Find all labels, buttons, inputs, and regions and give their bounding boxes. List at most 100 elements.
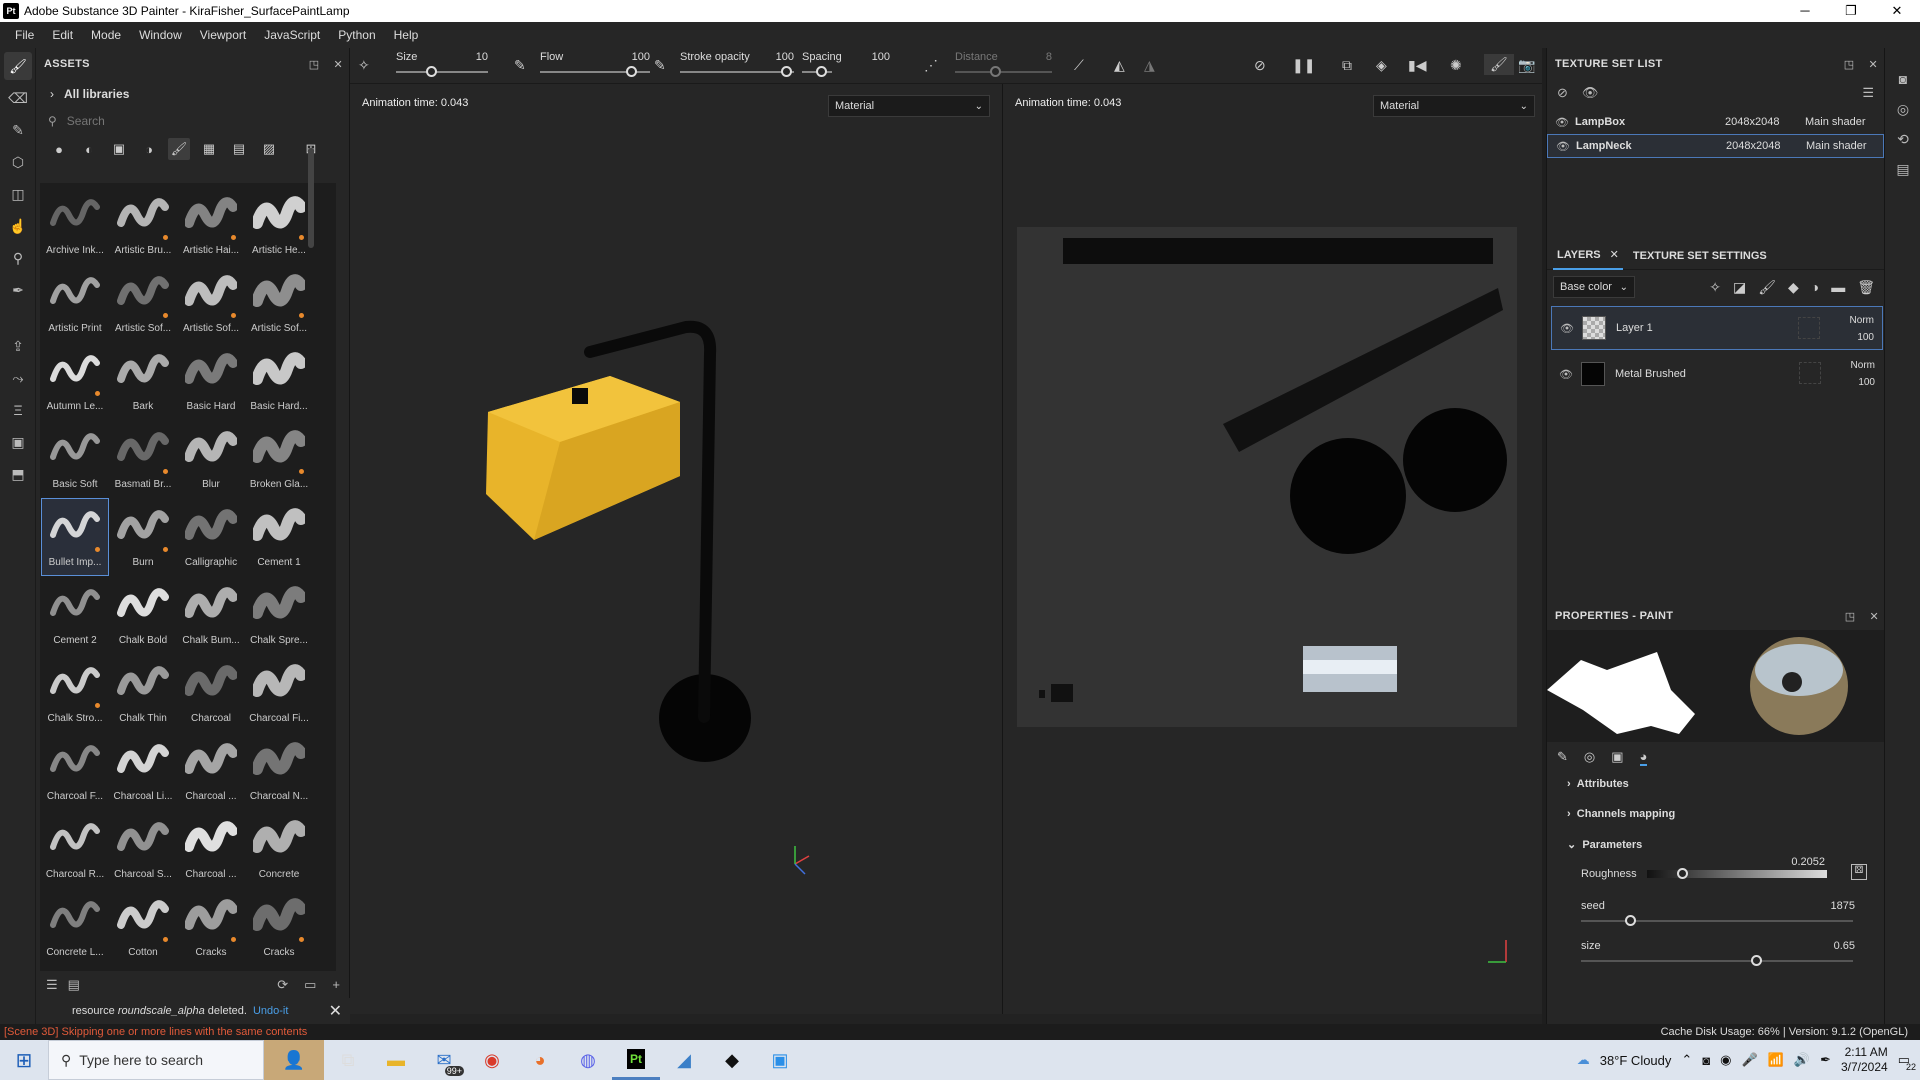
asset-tile[interactable]: Autumn Le...	[42, 343, 108, 419]
photos-icon[interactable]: ▣	[756, 1040, 804, 1080]
weather-text[interactable]: 38°F Cloudy	[1600, 1053, 1672, 1068]
tray-app-icon[interactable]: ◙	[1702, 1053, 1710, 1068]
mail-icon[interactable]: ✉ 99+	[420, 1040, 468, 1080]
asset-tile[interactable]: Cotton	[110, 889, 176, 965]
distance-value[interactable]: 8	[1030, 51, 1052, 63]
wifi-icon[interactable]: 📶	[1768, 1052, 1784, 1068]
stroke-opacity-knob[interactable]	[781, 66, 792, 77]
refresh-icon[interactable]: ⟳	[277, 977, 288, 993]
assets-scrollbar[interactable]	[308, 148, 314, 248]
stroke-opacity-slider[interactable]	[680, 71, 794, 73]
tab-layers[interactable]: LAYERS ✕	[1553, 241, 1623, 270]
flow-slider-knob[interactable]	[626, 66, 637, 77]
layer-row[interactable]: 👁 Layer 1 Norm 100	[1551, 306, 1883, 350]
stroke-opacity-pen-icon[interactable]: ✎	[654, 57, 666, 74]
alpha-tab-icon[interactable]: ◕	[1639, 749, 1648, 766]
filter-textures-icon[interactable]: ▦	[198, 138, 220, 160]
size-value[interactable]: 10	[450, 51, 488, 63]
float-panel-icon[interactable]: ◳	[309, 58, 320, 71]
maximize-button[interactable]: ❐	[1828, 0, 1874, 22]
roughness-knob[interactable]	[1677, 868, 1688, 879]
add-mask-icon[interactable]: ◪	[1733, 279, 1746, 296]
roughness-value[interactable]: 0.2052	[1791, 856, 1825, 868]
size-slider-knob[interactable]	[426, 66, 437, 77]
viewport-2d[interactable]: Animation time: 0.043 Material ⌄	[1003, 84, 1542, 1014]
distance-slider[interactable]	[955, 71, 1052, 73]
asset-tile[interactable]: Burn	[110, 499, 176, 575]
visibility-eye-icon[interactable]: 👁	[1556, 140, 1576, 153]
blend-mode[interactable]: Norm	[1851, 357, 1875, 374]
asset-tile[interactable]: Bark	[110, 343, 176, 419]
smudge-tool-icon[interactable]: ☝	[4, 212, 32, 240]
taskbar-search[interactable]: ⚲ Type here to search	[48, 1040, 264, 1080]
paint-brush-tool-icon[interactable]: 🖌	[4, 52, 32, 80]
close-panel-icon[interactable]: ✕	[1869, 610, 1879, 623]
section-attributes[interactable]: › Attributes	[1567, 778, 1629, 790]
asset-tile[interactable]: Concrete	[246, 811, 312, 887]
asset-tile[interactable]: Artistic Sof...	[178, 265, 244, 341]
view-mode-icon[interactable]: ⧉	[1342, 57, 1352, 74]
texture-set-row[interactable]: 👁 LampBox 2048x2048 Main shader	[1547, 110, 1884, 134]
texture-set-shader[interactable]: Main shader	[1805, 116, 1866, 128]
firefox-icon[interactable]: ◕	[516, 1040, 564, 1080]
volume-icon[interactable]: 🔊	[1794, 1052, 1810, 1068]
filter-alphas-icon[interactable]: ▤	[228, 138, 250, 160]
hide-ui-icon[interactable]: ⊘	[1254, 57, 1266, 74]
bake-tool-icon[interactable]: ⇪	[4, 332, 32, 360]
random-seed-icon[interactable]: ⚄	[1851, 864, 1867, 880]
folder-icon[interactable]: ▭	[304, 977, 316, 993]
size-param-knob[interactable]	[1751, 955, 1762, 966]
weather-icon[interactable]: ☁	[1577, 1052, 1590, 1068]
minimize-button[interactable]: ─	[1782, 0, 1828, 22]
asset-tile[interactable]: Charcoal Li...	[110, 733, 176, 809]
flow-pen-icon[interactable]: ✎	[514, 57, 526, 74]
distance-knob[interactable]	[990, 66, 1001, 77]
substance-painter-icon[interactable]: Pt	[612, 1040, 660, 1080]
hide-icon[interactable]: ⊘	[1557, 85, 1568, 101]
texture-set-shader[interactable]: Main shader	[1806, 140, 1867, 152]
asset-tile[interactable]: Artistic Bru...	[110, 187, 176, 263]
menu-javascript[interactable]: JavaScript	[264, 28, 320, 42]
size-param-value[interactable]: 0.65	[1834, 940, 1855, 952]
menu-edit[interactable]: Edit	[52, 28, 73, 42]
close-notice-icon[interactable]: ✕	[329, 1001, 342, 1021]
tray-app-icon[interactable]: ◉	[1720, 1052, 1731, 1068]
eye-icon[interactable]: 👁	[1582, 85, 1599, 101]
close-panel-icon[interactable]: ✕	[1868, 58, 1878, 71]
asset-tile[interactable]: Artistic Sof...	[246, 265, 312, 341]
3d-view-icon[interactable]: ◈	[1376, 57, 1387, 74]
undo-link[interactable]: Undo-it	[253, 1005, 288, 1017]
asset-tile[interactable]: Chalk Bum...	[178, 577, 244, 653]
filter-materials-icon[interactable]: ●	[48, 138, 70, 160]
asset-tile[interactable]: Charcoal Fi...	[246, 655, 312, 731]
asset-tile[interactable]: Chalk Spre...	[246, 577, 312, 653]
section-parameters[interactable]: ⌄ Parameters	[1567, 838, 1642, 851]
asset-tile[interactable]: Artistic Hai...	[178, 187, 244, 263]
measure-tool-icon[interactable]: ▣	[4, 428, 32, 456]
export-tool-icon[interactable]: ⬒	[4, 460, 32, 488]
asset-tile[interactable]: Charcoal ...	[178, 811, 244, 887]
asset-tile[interactable]: Concrete L...	[42, 889, 108, 965]
size-param-slider[interactable]	[1581, 960, 1853, 962]
texture-set-list-icon[interactable]: ◙	[1885, 64, 1920, 94]
asset-tile[interactable]: Charcoal F...	[42, 733, 108, 809]
display-settings-icon[interactable]: ◎	[1885, 94, 1920, 124]
tab-texture-set-settings[interactable]: TEXTURE SET SETTINGS	[1633, 250, 1767, 262]
filter-smart-materials-icon[interactable]: ◐	[78, 138, 100, 160]
layer-name[interactable]: Layer 1	[1616, 322, 1653, 334]
status-error[interactable]: [Scene 3D] Skipping one or more lines wi…	[0, 1026, 307, 1038]
asset-tile[interactable]: Charcoal N...	[246, 733, 312, 809]
menu-file[interactable]: File	[15, 28, 34, 42]
asset-tile[interactable]: Cracks	[178, 889, 244, 965]
task-view-icon[interactable]: ⧉	[324, 1040, 372, 1080]
close-tab-icon[interactable]: ✕	[1610, 249, 1619, 261]
add-icon[interactable]: +	[332, 977, 340, 993]
asset-tile[interactable]: Cement 1	[246, 499, 312, 575]
angle-icon[interactable]: ⟋	[1074, 57, 1084, 74]
add-paint-layer-icon[interactable]: 🖌	[1758, 279, 1776, 296]
size-slider[interactable]	[396, 71, 488, 73]
layer-opacity[interactable]: 100	[1850, 329, 1874, 346]
layer-opacity[interactable]: 100	[1851, 374, 1875, 391]
eraser-tool-icon[interactable]: ⌫	[4, 84, 32, 112]
asset-tile[interactable]: Archive Ink...	[42, 187, 108, 263]
